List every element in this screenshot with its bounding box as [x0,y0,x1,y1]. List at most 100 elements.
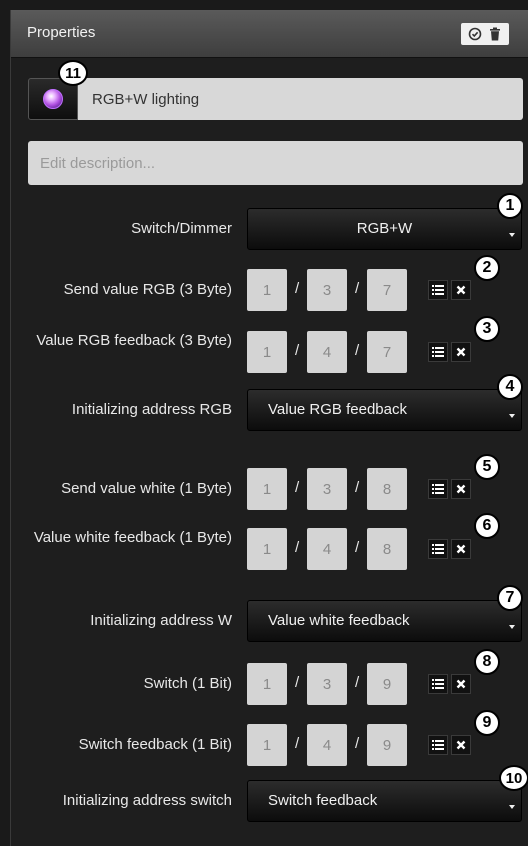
group-address: // [247,269,507,311]
field-label: Value white feedback (1 Byte) [33,529,232,546]
field-row: Value RGB feedback (3 Byte)// [11,330,528,380]
address-main-input[interactable] [247,663,287,705]
annotation-badge: 10 [499,765,528,791]
field-row: Switch/Dimmer RGB+W [11,208,528,258]
properties-panel: Properties Switch/Dimmer RGB+W Send value … [10,10,528,846]
address-middle-input[interactable] [307,663,347,705]
panel-title: Properties [27,24,96,41]
address-separator: / [295,735,300,752]
address-middle-input[interactable] [307,724,347,766]
field-dropdown[interactable]: Switch feedback [247,780,522,822]
chevron-down-icon [509,233,515,237]
list-icon[interactable] [428,280,448,300]
chevron-down-icon [509,414,515,418]
close-icon[interactable] [451,735,471,755]
annotation-badge: 8 [474,649,500,675]
dropdown-value: RGB+W [356,220,413,237]
field-row: Switch (1 Bit)// [11,663,528,713]
field-label: Initializing address switch [62,792,232,809]
field-label: Value RGB feedback (3 Byte) [36,332,232,349]
field-row: Initializing address W Value white feedba… [11,600,528,650]
address-main-input[interactable] [247,269,287,311]
address-separator: / [355,342,360,359]
annotation-badge: 3 [474,316,500,342]
address-separator: / [295,280,300,297]
field-dropdown[interactable]: Value RGB feedback [247,389,522,431]
group-address: // [247,663,507,705]
panel-header: Properties [11,10,528,58]
address-separator: / [355,735,360,752]
annotation-badge: 4 [497,374,523,400]
annotation-badge: 7 [497,585,523,611]
field-row: Initializing address RGB Value RGB feedba… [11,389,528,439]
field-dropdown[interactable]: Value white feedback [247,600,522,642]
field-label: Switch/Dimmer [131,220,232,237]
field-row: Value white feedback (1 Byte)// [11,527,528,577]
dropdown-value: Switch feedback [268,792,378,809]
address-sub-input[interactable] [367,331,407,373]
list-icon[interactable] [428,342,448,362]
group-address: // [247,528,507,570]
address-main-input[interactable] [247,468,287,510]
address-middle-input[interactable] [307,269,347,311]
address-separator: / [295,539,300,556]
address-separator: / [295,479,300,496]
color-swatch-icon [43,89,63,109]
field-label: Switch feedback (1 Bit) [78,736,232,753]
address-sub-input[interactable] [367,468,407,510]
annotation-badge: 6 [474,513,500,539]
list-icon[interactable] [428,479,448,499]
address-separator: / [355,674,360,691]
close-icon[interactable] [451,479,471,499]
close-icon[interactable] [451,280,471,300]
description-input[interactable] [28,141,523,185]
address-separator: / [355,280,360,297]
dropdown-value: Value white feedback [268,612,410,629]
chevron-down-icon [509,805,515,809]
address-separator: / [355,479,360,496]
field-row: Send value RGB (3 Byte)// [11,269,528,319]
address-sub-input[interactable] [367,663,407,705]
field-dropdown[interactable]: RGB+W [247,208,522,250]
annotation-badge: 1 [497,193,523,219]
list-icon[interactable] [428,735,448,755]
list-icon[interactable] [428,674,448,694]
address-middle-input[interactable] [307,331,347,373]
address-separator: / [355,539,360,556]
list-icon[interactable] [428,539,448,559]
field-label: Send value white (1 Byte) [61,480,232,497]
annotation-badge: 11 [58,60,88,86]
address-middle-input[interactable] [307,468,347,510]
address-sub-input[interactable] [367,269,407,311]
trash-icon[interactable] [487,26,503,42]
field-label: Switch (1 Bit) [143,675,232,692]
address-middle-input[interactable] [307,528,347,570]
field-label: Initializing address W [90,612,232,629]
name-row [28,78,523,120]
group-address: // [247,724,507,766]
name-input[interactable] [78,78,523,120]
field-row: Initializing address switch Switch feedba… [11,780,528,830]
close-icon[interactable] [451,539,471,559]
field-row: Send value white (1 Byte)// [11,468,528,518]
address-main-input[interactable] [247,528,287,570]
close-icon[interactable] [451,342,471,362]
chevron-down-icon [509,625,515,629]
address-sub-input[interactable] [367,724,407,766]
header-actions [461,23,509,45]
address-sub-input[interactable] [367,528,407,570]
address-separator: / [295,674,300,691]
field-row: Switch feedback (1 Bit)// [11,724,528,774]
annotation-badge: 2 [474,255,500,281]
field-label: Initializing address RGB [71,401,232,418]
close-icon[interactable] [451,674,471,694]
annotation-badge: 5 [474,454,500,480]
annotation-badge: 9 [474,710,500,736]
address-separator: / [295,342,300,359]
field-label: Send value RGB (3 Byte) [63,281,232,298]
check-circle-icon[interactable] [467,26,483,42]
address-main-input[interactable] [247,724,287,766]
group-address: // [247,468,507,510]
group-address: // [247,331,507,373]
address-main-input[interactable] [247,331,287,373]
